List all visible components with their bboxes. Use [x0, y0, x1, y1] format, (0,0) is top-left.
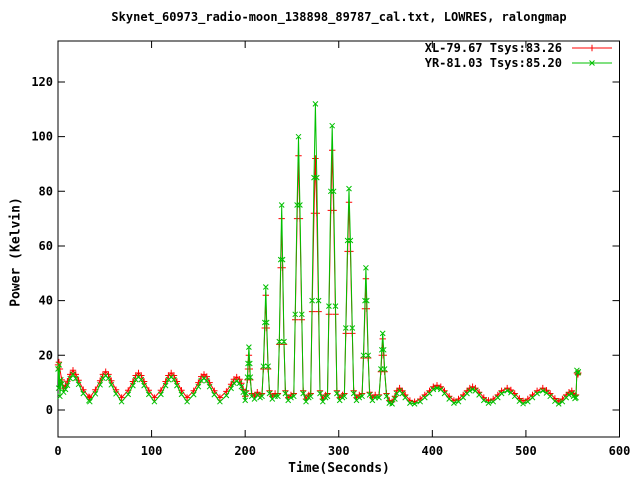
legend-sample-path [572, 44, 612, 51]
x-axis-label: Time(Seconds) [288, 461, 390, 476]
x-tick-label: 400 [421, 444, 443, 458]
y-tick-label: 60 [39, 239, 53, 253]
x-tick-label: 100 [141, 444, 163, 458]
plot-area: 0 100 200 300 400 500 600 0 20 40 60 80 100 120 [31, 40, 631, 458]
x-tick-label: 0 [54, 444, 61, 458]
legend: XL-79.67 Tsys:83.26 YR-81.03 Tsys:85.20 [425, 40, 614, 70]
y-tick-label: 40 [39, 294, 53, 308]
x-tick-label: 500 [515, 444, 537, 458]
legend-entry-yr: YR-81.03 Tsys:85.20 [425, 55, 614, 70]
y-tick-label: 20 [39, 348, 53, 362]
y-tick-label: 80 [39, 184, 53, 198]
legend-label-xl: XL-79.67 Tsys:83.26 [424, 40, 562, 55]
legend-label-yr: YR-81.03 Tsys:85.20 [424, 55, 562, 70]
legend-sample-path [572, 59, 612, 66]
gnuplot-figure: Skynet_60973_radio-moon_138898_89787_cal… [0, 0, 640, 480]
legend-line-sample-xl [572, 44, 612, 51]
y-tick-label: 0 [46, 403, 53, 417]
y-tick-label: 120 [31, 75, 53, 89]
legend-line-sample-yr [572, 59, 612, 66]
series-line-1 [57, 103, 579, 405]
x-tick-label: 600 [609, 444, 631, 458]
y-tick-label: 100 [31, 130, 53, 144]
x-tick-label: 300 [328, 444, 350, 458]
legend-entry-xl: XL-79.67 Tsys:83.26 [425, 40, 614, 55]
x-tick-label: 200 [234, 444, 256, 458]
